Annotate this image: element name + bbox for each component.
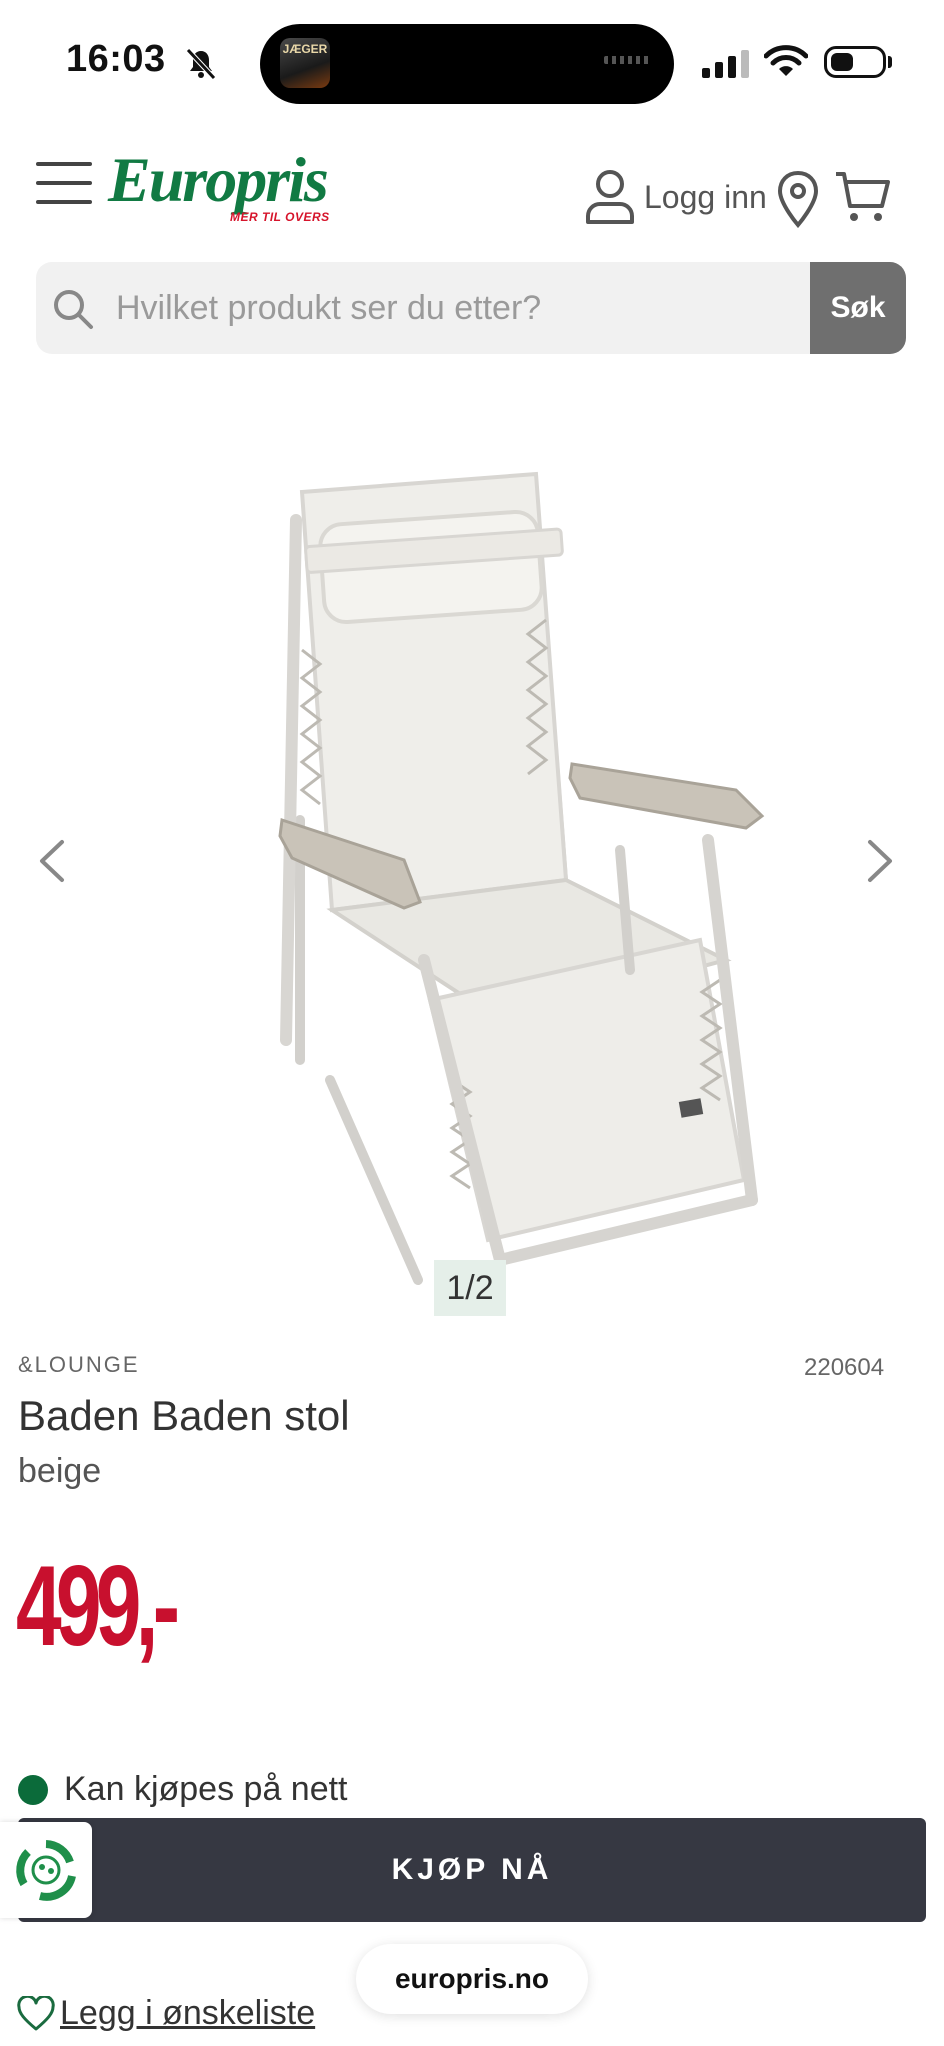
- heart-icon: [17, 1995, 55, 2030]
- product-sku: 220604: [804, 1354, 885, 1381]
- product-image[interactable]: [0, 440, 944, 1320]
- status-time: 16:03: [66, 38, 166, 80]
- logo-tagline: MER TIL OVERS: [230, 210, 330, 224]
- product-title: Baden Baden stol: [18, 1392, 350, 1439]
- location-pin-icon[interactable]: [776, 170, 820, 228]
- chevron-left-icon[interactable]: [38, 838, 66, 884]
- logo-wordmark: Europris: [108, 144, 329, 215]
- cart-icon[interactable]: [834, 168, 892, 226]
- wifi-icon: [764, 45, 808, 76]
- wishlist-link[interactable]: Legg i ønskeliste: [16, 1994, 315, 2033]
- image-counter: 1/2: [434, 1260, 506, 1316]
- battery-level: [831, 53, 853, 71]
- login-link[interactable]: Logg inn: [584, 168, 767, 226]
- battery-icon: [824, 46, 886, 78]
- user-icon: [586, 170, 634, 224]
- island-activity-indicator: [604, 56, 650, 64]
- menu-icon[interactable]: [36, 162, 92, 204]
- availability-dot: [18, 1774, 48, 1805]
- buy-now-button[interactable]: KJØP NÅ: [18, 1818, 926, 1922]
- search-bar: Søk: [36, 262, 906, 354]
- search-icon: [54, 290, 93, 329]
- wishlist-label: Legg i ønskeliste: [60, 1994, 316, 2032]
- product-brand: &LOUNGE: [18, 1352, 140, 1377]
- search-button[interactable]: Søk: [810, 262, 906, 354]
- island-app-thumbnail: JÆGER: [280, 38, 330, 88]
- cellular-signal-icon: [702, 50, 749, 78]
- bell-slash-icon: [186, 48, 216, 80]
- recycle-badge[interactable]: [0, 1822, 92, 1918]
- browser-url-bar[interactable]: europris.no: [356, 1944, 588, 2014]
- search-input[interactable]: [108, 262, 836, 354]
- availability-status: Kan kjøpes på nett: [18, 1770, 348, 1809]
- availability-label: Kan kjøpes på nett: [64, 1770, 348, 1808]
- dynamic-island: JÆGER: [260, 24, 674, 104]
- chevron-right-icon[interactable]: [866, 838, 894, 884]
- europris-logo[interactable]: Europris MER TIL OVERS: [108, 144, 329, 225]
- login-label: Logg inn: [644, 178, 767, 215]
- recycle-icon: [16, 1840, 76, 1901]
- product-price: 499,-: [16, 1543, 180, 1670]
- product-variant: beige: [18, 1452, 102, 1490]
- battery-tip: [888, 56, 892, 68]
